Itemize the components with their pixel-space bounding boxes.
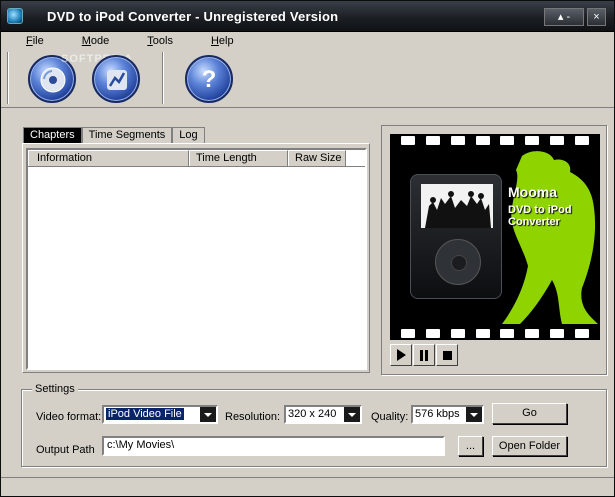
quality-select[interactable]: 576 kbps [411, 405, 484, 424]
tab-chapters[interactable]: Chapters [23, 127, 82, 144]
menu-help-accel: H [210, 35, 219, 47]
menu-mode-label: ode [90, 35, 110, 47]
chevron-down-icon[interactable] [200, 407, 216, 422]
video-format-value: iPod Video File [106, 408, 184, 420]
column-raw-size[interactable]: Raw Size [288, 150, 346, 166]
output-path-label: Output Path [36, 444, 95, 456]
column-time-length[interactable]: Time Length [189, 150, 288, 166]
tab-log[interactable]: Log [172, 127, 205, 144]
open-folder-button[interactable]: Open Folder [492, 436, 567, 456]
resolution-label: Resolution: [225, 411, 281, 423]
output-path-field[interactable]: c:\My Movies\ [102, 436, 445, 456]
window-title: DVD to iPod Converter - Unregistered Ver… [47, 9, 339, 24]
question-mark-icon: ? [201, 66, 217, 93]
preview-image: Mooma DVD to iPod Converter [390, 134, 600, 340]
column-information[interactable]: Information [28, 150, 189, 166]
menu-mode-accel: M [81, 35, 91, 47]
play-button[interactable] [390, 344, 412, 366]
menu-tools-label: ools [152, 35, 173, 47]
chapters-list[interactable]: Information Time Length Raw Size [26, 148, 367, 370]
convert-button[interactable] [92, 55, 140, 103]
menu-help-label: elp [218, 35, 234, 47]
video-format-label: Video format: [36, 411, 102, 423]
brand-mooma: Mooma [508, 184, 557, 200]
pause-button[interactable] [413, 344, 435, 366]
brand-text: Mooma DVD to iPod Converter [508, 184, 572, 228]
toolbar: SOFTPEDIA ? [1, 50, 614, 108]
film-strip-top [390, 134, 600, 147]
title-bar[interactable]: DVD to iPod Converter - Unregistered Ver… [1, 1, 614, 32]
tab-time-segments[interactable]: Time Segments [81, 127, 173, 144]
brand-converter: Converter [508, 216, 560, 228]
chapters-panel: Information Time Length Raw Size [22, 143, 370, 373]
settings-group: Settings Video format: iPod Video File R… [21, 383, 607, 467]
play-icon [397, 349, 406, 361]
pause-icon [420, 349, 428, 361]
list-header: Information Time Length Raw Size [28, 150, 365, 167]
ipod-click-wheel [435, 239, 481, 285]
settings-legend: Settings [32, 383, 78, 395]
tab-bar: Chapters Time Segments Log [23, 127, 205, 144]
menu-file-accel: F [26, 35, 33, 47]
app-icon[interactable] [7, 8, 23, 24]
stop-icon [442, 350, 452, 360]
quality-value: 576 kbps [415, 408, 460, 420]
resolution-select[interactable]: 320 x 240 [284, 405, 362, 424]
preview-frame: Mooma DVD to iPod Converter [381, 125, 607, 375]
dvd-disc-icon [40, 67, 66, 93]
ipod-image [410, 174, 502, 299]
browse-button[interactable]: ... [458, 436, 483, 456]
menu-bar: File Mode Tools Help [1, 33, 614, 50]
status-bar [1, 477, 614, 496]
chart-icon [107, 70, 127, 90]
menu-help[interactable]: Help [186, 33, 247, 50]
quality-label: Quality: [371, 411, 409, 423]
video-format-select[interactable]: iPod Video File [102, 405, 218, 424]
minimize-restore-button[interactable]: ▴ - [544, 8, 584, 26]
close-button[interactable]: × [587, 8, 606, 26]
chevron-down-icon[interactable] [466, 407, 482, 422]
menu-file[interactable]: File [1, 33, 57, 50]
resolution-value: 320 x 240 [288, 408, 337, 420]
main-window: DVD to iPod Converter - Unregistered Ver… [0, 0, 615, 497]
help-button[interactable]: ? [185, 55, 233, 103]
toolbar-separator-2 [162, 52, 164, 104]
chevron-down-icon[interactable] [344, 407, 360, 422]
toolbar-separator [7, 52, 9, 104]
film-strip-bottom [390, 327, 600, 340]
menu-file-label: ile [32, 35, 44, 47]
menu-tools[interactable]: Tools [122, 33, 186, 50]
dancer-silhouette-icon [502, 151, 598, 324]
player-controls [390, 344, 458, 366]
brand-dvd-to-ipod: DVD to iPod [508, 204, 572, 216]
ipod-screen [421, 184, 493, 228]
menu-mode[interactable]: Mode [57, 33, 123, 50]
stop-button[interactable] [436, 344, 458, 366]
go-button[interactable]: Go [492, 403, 567, 424]
